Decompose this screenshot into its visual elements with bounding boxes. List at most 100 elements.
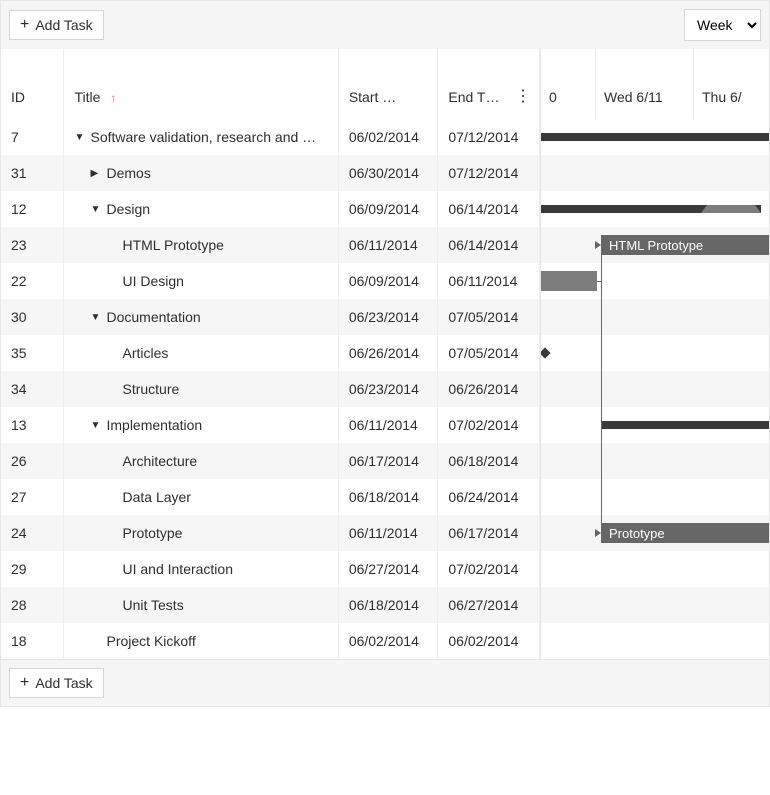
- task-title: Design: [106, 201, 150, 217]
- cell-id: 28: [1, 587, 64, 623]
- add-task-label: Add Task: [35, 17, 92, 33]
- table-row[interactable]: 13▼Implementation06/11/201407/02/2014: [1, 407, 540, 443]
- bar-label: Prototype: [609, 526, 665, 541]
- cell-title: ▼Software validation, research and …: [64, 119, 338, 155]
- timeline-row: [541, 371, 769, 407]
- cell-title: Unit Tests: [64, 587, 338, 623]
- table-row[interactable]: 7▼Software validation, research and …06/…: [1, 119, 540, 155]
- chevron-down-icon[interactable]: ▼: [74, 132, 84, 143]
- gantt-summary-bar[interactable]: [541, 133, 769, 141]
- table-row[interactable]: 31▶Demos06/30/201407/12/2014: [1, 155, 540, 191]
- cell-end: 06/11/2014: [438, 263, 540, 299]
- view-select[interactable]: DayWeekMonthYear: [684, 9, 761, 41]
- task-title: Project Kickoff: [106, 633, 195, 649]
- cell-title: Structure: [64, 371, 338, 407]
- add-task-label-footer: Add Task: [35, 675, 92, 691]
- gantt-task-bar[interactable]: HTML Prototype: [601, 235, 769, 255]
- cell-end: 06/18/2014: [438, 443, 540, 479]
- cell-id: 29: [1, 551, 64, 587]
- cell-start: 06/18/2014: [338, 479, 438, 515]
- col-header-end[interactable]: End T… ⋮: [438, 49, 540, 119]
- milestone[interactable]: [541, 347, 551, 358]
- table-row[interactable]: 27Data Layer06/18/201406/24/2014: [1, 479, 540, 515]
- cell-title: Articles: [64, 335, 338, 371]
- chevron-down-icon[interactable]: ▼: [90, 204, 100, 215]
- cell-title: ▼Documentation: [64, 299, 338, 335]
- timeline-pane: 0Wed 6/11Thu 6/ HTML Prototype Prototype: [541, 49, 769, 659]
- task-title: Architecture: [122, 453, 197, 469]
- table-row[interactable]: 24Prototype06/11/201406/17/2014: [1, 515, 540, 551]
- cell-start: 06/11/2014: [338, 515, 438, 551]
- chevron-right-icon[interactable]: ▶: [90, 168, 100, 179]
- table-row[interactable]: 29UI and Interaction06/27/201407/02/2014: [1, 551, 540, 587]
- timeline-row: [541, 119, 769, 155]
- add-task-button-footer[interactable]: + Add Task: [9, 668, 104, 698]
- column-menu-icon[interactable]: ⋮: [515, 89, 531, 105]
- cell-end: 06/02/2014: [438, 623, 540, 659]
- gantt-container: + Add Task DayWeekMonthYear ID Title ↑: [0, 0, 770, 707]
- cell-id: 26: [1, 443, 64, 479]
- cell-end: 06/26/2014: [438, 371, 540, 407]
- cell-id: 30: [1, 299, 64, 335]
- cell-start: 06/02/2014: [338, 119, 438, 155]
- table-row[interactable]: 34Structure06/23/201406/26/2014: [1, 371, 540, 407]
- table-row[interactable]: 30▼Documentation06/23/201407/05/2014: [1, 299, 540, 335]
- cell-title: UI and Interaction: [64, 551, 338, 587]
- cell-end: 07/12/2014: [438, 155, 540, 191]
- plus-icon: +: [20, 17, 29, 33]
- chevron-down-icon[interactable]: ▼: [90, 420, 100, 431]
- table-row[interactable]: 22UI Design06/09/201406/11/2014: [1, 263, 540, 299]
- task-title: UI and Interaction: [122, 561, 233, 577]
- cell-id: 22: [1, 263, 64, 299]
- cell-id: 23: [1, 227, 64, 263]
- timeline-row: [541, 587, 769, 623]
- cell-start: 06/23/2014: [338, 299, 438, 335]
- gantt-summary-bar[interactable]: [541, 205, 701, 213]
- gantt-task-bar[interactable]: Prototype: [601, 523, 769, 543]
- table-row[interactable]: 26Architecture06/17/201406/18/2014: [1, 443, 540, 479]
- timeline-rows: HTML Prototype Prototype: [541, 119, 769, 659]
- cell-end: 07/12/2014: [438, 119, 540, 155]
- col-header-start[interactable]: Start …: [338, 49, 438, 119]
- cell-end: 06/14/2014: [438, 227, 540, 263]
- task-title: Demos: [106, 165, 150, 181]
- content: ID Title ↑ Start … End T… ⋮ 7▼Software v…: [1, 49, 769, 659]
- table-row[interactable]: 23HTML Prototype06/11/201406/14/2014: [1, 227, 540, 263]
- cell-title: Data Layer: [64, 479, 338, 515]
- add-task-button[interactable]: + Add Task: [9, 10, 104, 40]
- timeline-row: HTML Prototype: [541, 227, 769, 263]
- col-header-id[interactable]: ID: [1, 49, 64, 119]
- cell-title: Prototype: [64, 515, 338, 551]
- cell-end: 07/02/2014: [438, 551, 540, 587]
- cell-title: UI Design: [64, 263, 338, 299]
- cell-id: 31: [1, 155, 64, 191]
- cell-title: Project Kickoff: [64, 623, 338, 659]
- table-row[interactable]: 28Unit Tests06/18/201406/27/2014: [1, 587, 540, 623]
- footer: + Add Task: [1, 659, 769, 706]
- dependency-line: [601, 281, 602, 533]
- timeline-body: HTML Prototype Prototype: [541, 119, 769, 659]
- dependency-line: [601, 245, 602, 281]
- timeline-row: [541, 299, 769, 335]
- timeline-row: [541, 407, 769, 443]
- timeline-row: [541, 191, 769, 227]
- table-row[interactable]: 35Articles06/26/201407/05/2014: [1, 335, 540, 371]
- cell-title: HTML Prototype: [64, 227, 338, 263]
- dependency-arrow-icon: [595, 529, 601, 537]
- table-row[interactable]: 18Project Kickoff06/02/201406/02/2014: [1, 623, 540, 659]
- cell-start: 06/26/2014: [338, 335, 438, 371]
- cell-id: 34: [1, 371, 64, 407]
- cell-end: 06/14/2014: [438, 191, 540, 227]
- cell-end: 06/24/2014: [438, 479, 540, 515]
- table-row[interactable]: 12▼Design06/09/201406/14/2014: [1, 191, 540, 227]
- cell-start: 06/09/2014: [338, 191, 438, 227]
- gantt-summary-bar[interactable]: [701, 205, 761, 213]
- gantt-task-bar[interactable]: [541, 271, 597, 291]
- timeline-header-cell[interactable]: Thu 6/: [694, 49, 769, 119]
- chevron-down-icon[interactable]: ▼: [90, 312, 100, 323]
- cell-start: 06/18/2014: [338, 587, 438, 623]
- timeline-header-cell[interactable]: 0: [541, 49, 596, 119]
- timeline-header-cell[interactable]: Wed 6/11: [596, 49, 694, 119]
- col-header-title[interactable]: Title ↑: [64, 49, 338, 119]
- gantt-summary-bar[interactable]: [601, 421, 769, 429]
